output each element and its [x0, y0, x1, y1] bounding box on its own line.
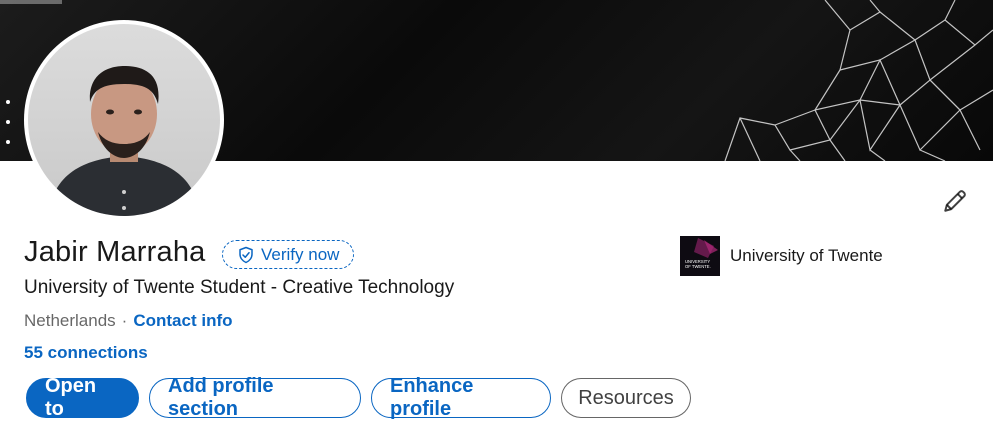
enhance-profile-button[interactable]: Enhance profile: [371, 375, 551, 420]
open-to-button[interactable]: Open to: [26, 375, 139, 420]
profile-name: Jabir Marraha: [24, 236, 206, 268]
person-silhouette: [48, 66, 200, 216]
avatar-photo: [28, 24, 220, 216]
connections-link[interactable]: 55 connections: [24, 343, 148, 363]
profile-actions: Open to Add profile section Enhance prof…: [26, 375, 691, 420]
banner-dots: [6, 100, 10, 160]
banner-dot: [6, 100, 10, 104]
organization-name: University of Twente: [730, 246, 883, 265]
edit-profile-button[interactable]: [938, 184, 972, 218]
profile-location-row: Netherlands · Contact info: [24, 311, 233, 331]
logo-text-line2: OF TWENTE.: [685, 264, 711, 269]
banner-dot: [6, 140, 10, 144]
university-logo-graphic: UNIVERSITY OF TWENTE.: [680, 236, 720, 276]
verify-now-button[interactable]: Verify now: [222, 240, 355, 269]
profile-headline: University of Twente Student - Creative …: [24, 277, 455, 298]
pencil-icon: [944, 190, 966, 212]
contact-info-link[interactable]: Contact info: [133, 311, 232, 331]
avatar[interactable]: [24, 20, 224, 220]
education-organization[interactable]: UNIVERSITY OF TWENTE. University of Twen…: [680, 236, 883, 276]
university-logo: UNIVERSITY OF TWENTE.: [680, 236, 720, 276]
verify-label: Verify now: [261, 244, 340, 264]
add-profile-section-button[interactable]: Add profile section: [149, 375, 361, 420]
banner-dot: [6, 120, 10, 124]
separator-dot: ·: [121, 311, 128, 330]
profile-location: Netherlands: [24, 311, 116, 330]
shield-check-icon: [239, 246, 253, 263]
resources-button[interactable]: Resources: [561, 378, 691, 418]
